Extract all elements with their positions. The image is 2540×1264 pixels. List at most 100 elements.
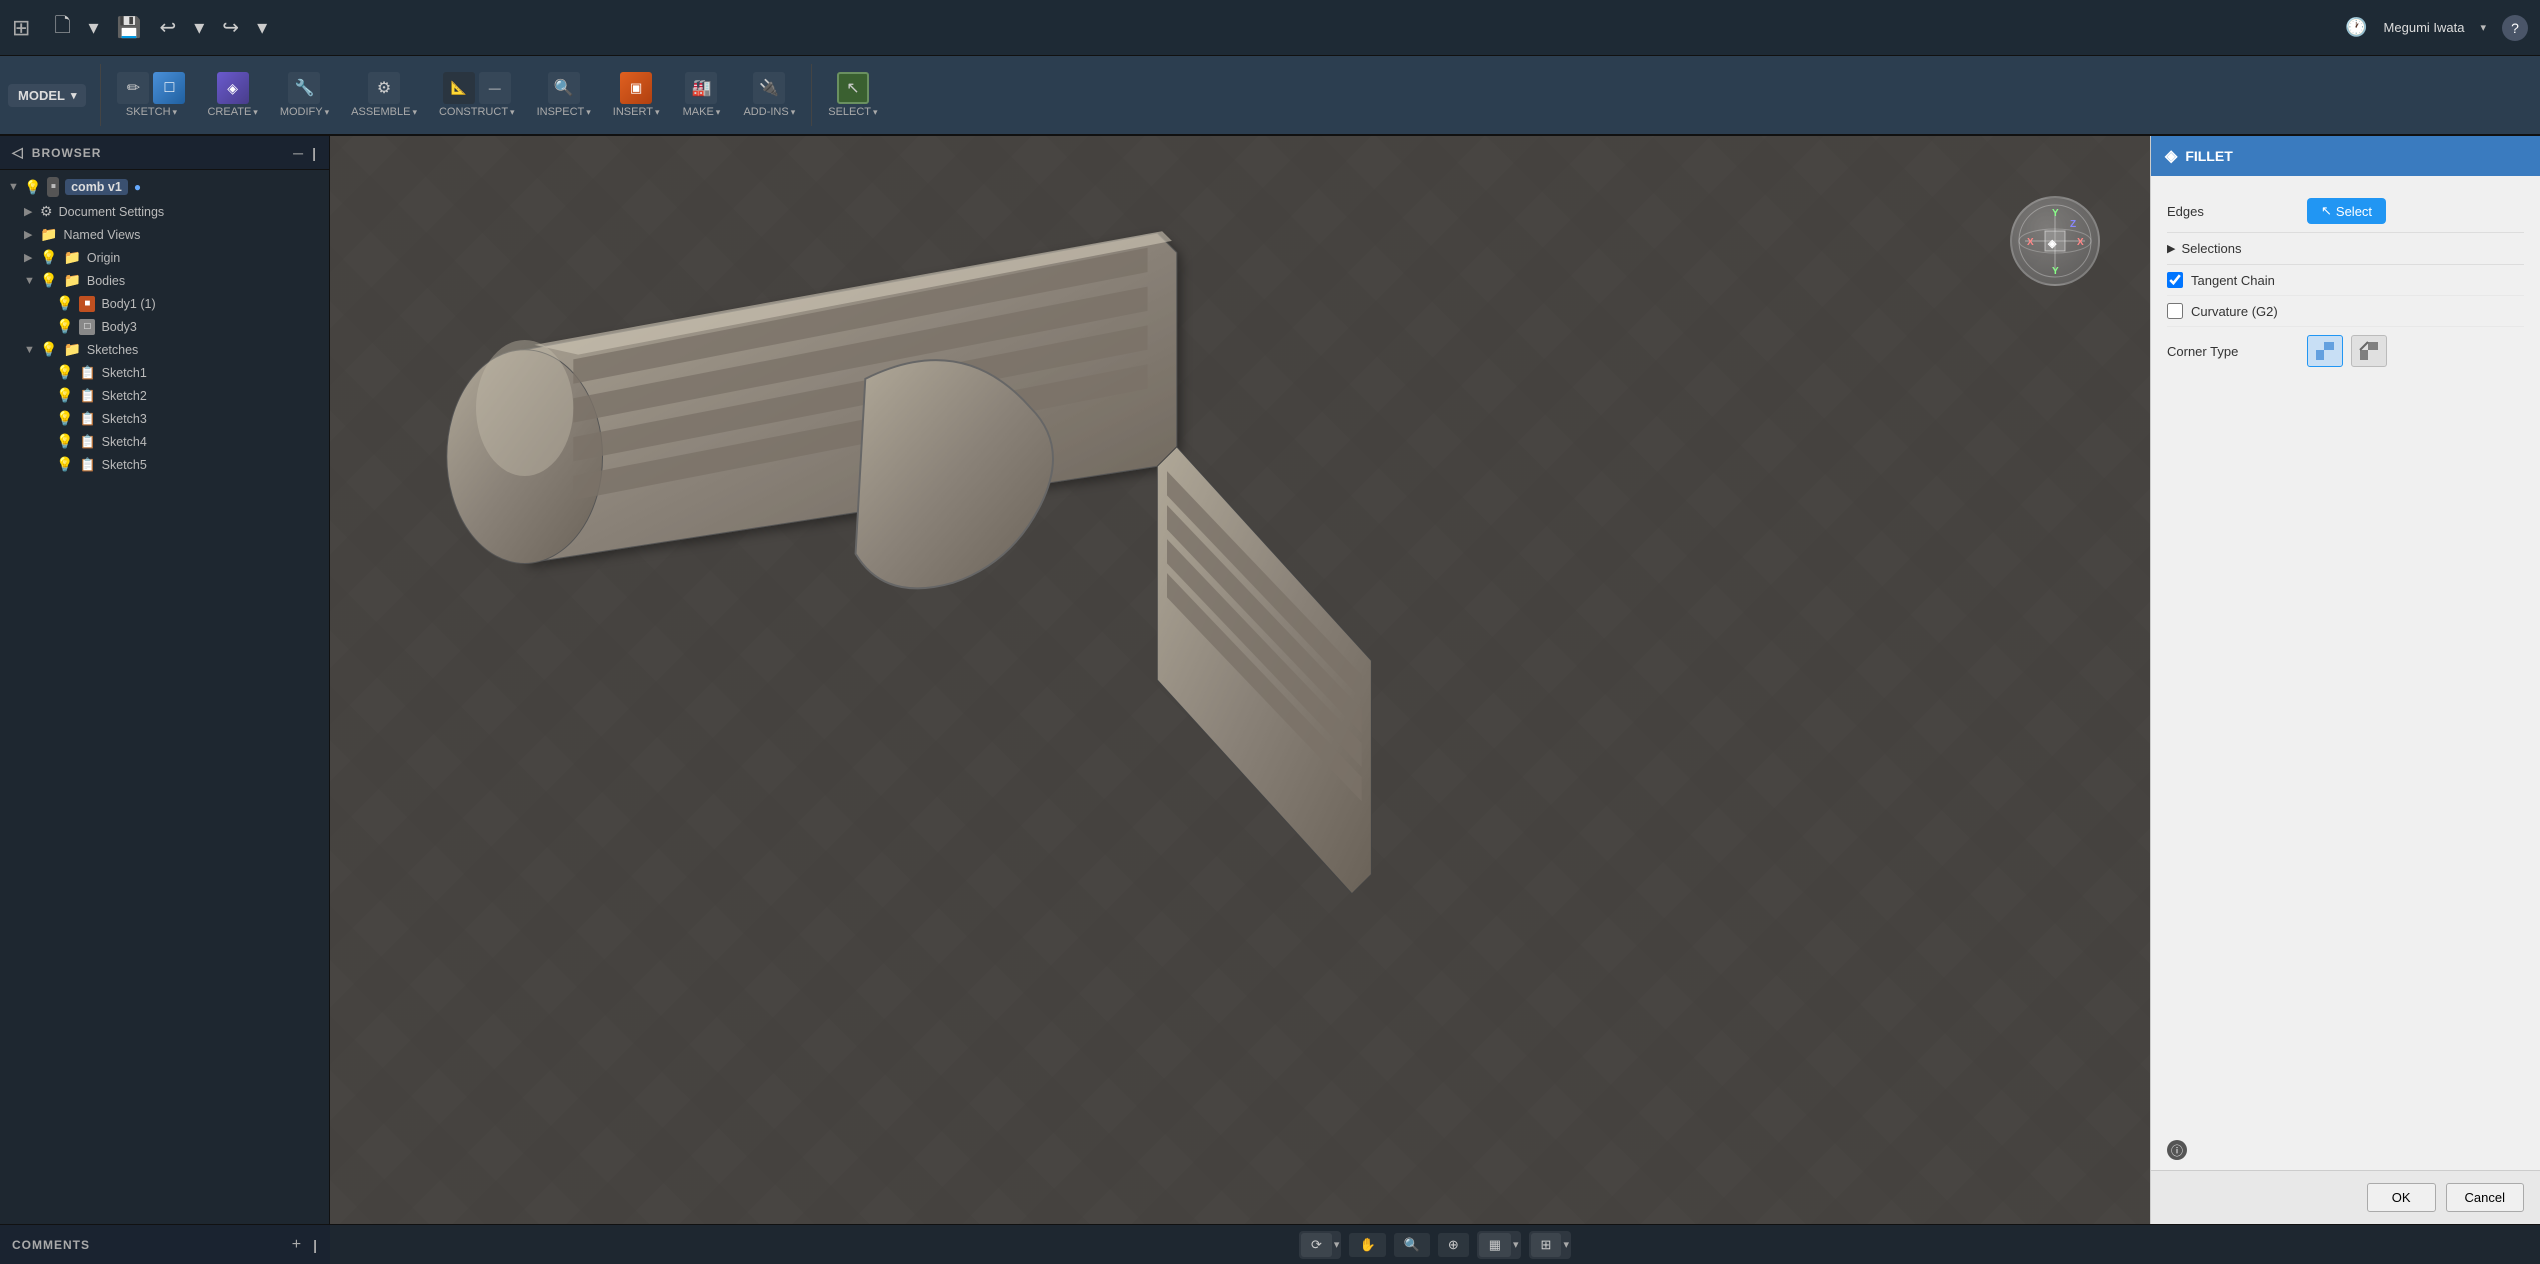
display-mode-button[interactable]: ▦ xyxy=(1479,1233,1511,1257)
expand-bodies-icon[interactable]: ▼ xyxy=(24,275,40,287)
redo-button[interactable]: ↪ xyxy=(216,11,245,44)
user-name[interactable]: Megumi Iwata xyxy=(2384,20,2465,35)
sketch1-icon: 📋 xyxy=(79,365,95,381)
tree-item-sketch5[interactable]: 💡 📋 Sketch5 xyxy=(0,453,329,476)
sketch4-label: Sketch4 xyxy=(102,435,147,449)
curvature-checkbox[interactable] xyxy=(2167,303,2183,319)
open-file-button[interactable]: ▾ xyxy=(83,11,105,44)
tangent-chain-checkbox[interactable] xyxy=(2167,272,2183,288)
construct-icon2: — xyxy=(479,72,511,104)
undo-button[interactable]: ↩ xyxy=(153,11,182,44)
active-indicator-icon: ● xyxy=(134,180,141,194)
toolbar-make[interactable]: 🏭 MAKE▾ xyxy=(671,56,731,134)
zoom-button[interactable]: 🔍 xyxy=(1394,1233,1430,1257)
info-circle-icon[interactable]: ⓘ xyxy=(2167,1140,2187,1160)
tree-item-root[interactable]: ▼ 💡 ▪ comb v1 ● xyxy=(0,174,329,200)
comments-collapse-icon[interactable]: | xyxy=(313,1237,318,1253)
new-file-button[interactable]: 🗋 xyxy=(48,7,76,49)
toolbar-sketch[interactable]: ✏ □ SKETCH▾ xyxy=(107,56,195,134)
fillet-panel: ◈ FILLET Edges ↖ Select ▶ Selections xyxy=(2150,136,2540,1224)
save-button[interactable]: 💾 xyxy=(111,11,148,44)
sketch3-icon: 📋 xyxy=(79,411,95,427)
sketch-icon: ✏ xyxy=(117,72,149,104)
toolbar-add-ins[interactable]: 🔌 ADD-INS▾ xyxy=(733,56,805,134)
tree-item-bodies[interactable]: ▼ 💡 📁 Bodies xyxy=(0,269,329,292)
undo-dropdown-button[interactable]: ▾ xyxy=(188,11,210,44)
tangent-chain-label: Tangent Chain xyxy=(2191,273,2275,288)
toolbar-create[interactable]: ◈ CREATE▾ xyxy=(197,56,267,134)
toolbar-modify[interactable]: 🔧 MODIFY▾ xyxy=(270,56,339,134)
comments-label: COMMENTS xyxy=(12,1238,90,1252)
sketch5-label: Sketch5 xyxy=(102,458,147,472)
sidebar-collapse-icon[interactable]: ─ xyxy=(293,145,304,161)
grid-display-button[interactable]: ⊞ xyxy=(1531,1233,1562,1257)
topbar-right: 🕐 Megumi Iwata ▾ ? xyxy=(2345,15,2528,41)
sketch2-label: Sketch2 xyxy=(102,389,147,403)
tree-item-sketches[interactable]: ▼ 💡 📁 Sketches xyxy=(0,338,329,361)
tree-item-doc-settings[interactable]: ▶ ⚙ Document Settings xyxy=(0,200,329,223)
expand-root-icon[interactable]: ▼ xyxy=(8,181,24,193)
inspect-icon: 🔍 xyxy=(548,72,580,104)
viewport[interactable]: X X Y Y Z ◈ xyxy=(330,136,2150,1224)
tree-item-sketch2[interactable]: 💡 📋 Sketch2 xyxy=(0,384,329,407)
cancel-button[interactable]: Cancel xyxy=(2446,1183,2524,1212)
toolbar-insert[interactable]: ▣ INSERT▾ xyxy=(603,56,670,134)
orientation-gizmo[interactable]: X X Y Y Z ◈ xyxy=(2010,196,2110,296)
clock-icon[interactable]: 🕐 xyxy=(2345,17,2367,38)
orbit-button[interactable]: ⟳ xyxy=(1301,1233,1332,1257)
tree-item-sketch1[interactable]: 💡 📋 Sketch1 xyxy=(0,361,329,384)
orbit-dropdown-icon[interactable]: ▾ xyxy=(1334,1238,1340,1251)
grid-display-icon: ⊞ xyxy=(1541,1237,1552,1253)
tree-item-body1[interactable]: 💡 ■ Body1 (1) xyxy=(0,292,329,315)
insert-icon: ▣ xyxy=(620,72,652,104)
expand-named-views-icon[interactable]: ▶ xyxy=(24,228,40,241)
svg-text:X: X xyxy=(2027,237,2034,248)
sidebar-collapse-left-icon[interactable]: ◁ xyxy=(12,144,24,161)
help-button[interactable]: ? xyxy=(2502,15,2528,41)
expand-sketches-icon[interactable]: ▼ xyxy=(24,344,40,356)
tree-item-sketch4[interactable]: 💡 📋 Sketch4 xyxy=(0,430,329,453)
toolbar-assemble[interactable]: ⚙ ASSEMBLE▾ xyxy=(341,56,427,134)
toolbar-inspect[interactable]: 🔍 INSPECT▾ xyxy=(527,56,601,134)
tree-item-body3[interactable]: 💡 □ Body3 xyxy=(0,315,329,338)
redo-dropdown-button[interactable]: ▾ xyxy=(251,11,273,44)
zoom-fit-button[interactable]: ⊕ xyxy=(1438,1233,1469,1257)
toolbar-construct[interactable]: 📐 — CONSTRUCT▾ xyxy=(429,56,525,134)
origin-label: Origin xyxy=(87,251,120,265)
tree-item-sketch3[interactable]: 💡 📋 Sketch3 xyxy=(0,407,329,430)
svg-text:X: X xyxy=(2077,237,2084,248)
add-comment-button[interactable]: + xyxy=(292,1236,301,1254)
select-edges-button[interactable]: ↖ Select xyxy=(2307,198,2386,224)
model-dropdown-icon: ▾ xyxy=(71,89,77,102)
root-label: comb v1 xyxy=(65,179,128,195)
tree-item-named-views[interactable]: ▶ 📁 Named Views xyxy=(0,223,329,246)
bottom-area: COMMENTS + | ⟳ ▾ ✋ 🔍 ⊕ ▦ xyxy=(0,1224,2540,1264)
expand-origin-icon[interactable]: ▶ xyxy=(24,251,40,264)
insert-label: INSERT▾ xyxy=(613,106,660,118)
orbit-icon: ⟳ xyxy=(1311,1237,1322,1253)
tree-item-origin[interactable]: ▶ 💡 📁 Origin xyxy=(0,246,329,269)
fillet-selections-row[interactable]: ▶ Selections xyxy=(2167,233,2524,265)
doc-settings-label: Document Settings xyxy=(59,205,165,219)
sketch1-lightbulb-icon: 💡 xyxy=(56,364,73,381)
sketch2-icon: 📋 xyxy=(79,388,95,404)
model-button[interactable]: MODEL ▾ xyxy=(8,84,86,107)
toolbar-select[interactable]: ↖ SELECT▾ xyxy=(818,56,887,134)
sketch-icons: ✏ □ xyxy=(117,72,185,104)
sidebar-pin-icon[interactable]: | xyxy=(312,145,317,161)
expand-doc-icon[interactable]: ▶ xyxy=(24,205,40,218)
topbar: ⊞ 🗋 ▾ 💾 ↩ ▾ ↪ ▾ 🕐 Megumi Iwata ▾ ? xyxy=(0,0,2540,56)
bodies-lightbulb-icon: 💡 xyxy=(40,272,57,289)
apps-grid-icon[interactable]: ⊞ xyxy=(12,15,30,41)
fillet-panel-header: ◈ FILLET xyxy=(2151,136,2540,176)
user-dropdown-icon[interactable]: ▾ xyxy=(2480,21,2486,34)
fillet-info-area: ⓘ xyxy=(2151,1130,2540,1170)
pan-button[interactable]: ✋ xyxy=(1349,1233,1385,1257)
display-dropdown-icon[interactable]: ▾ xyxy=(1513,1238,1519,1251)
grid-dropdown-icon[interactable]: ▾ xyxy=(1563,1238,1569,1251)
corner-type-btn-2[interactable] xyxy=(2351,335,2387,367)
gizmo-sphere: X X Y Y Z ◈ xyxy=(2010,196,2100,286)
viewport-nav-controls: ⟳ ▾ ✋ 🔍 ⊕ ▦ ▾ ⊞ xyxy=(342,1231,2528,1259)
corner-type-btn-1[interactable] xyxy=(2307,335,2343,367)
ok-button[interactable]: OK xyxy=(2367,1183,2436,1212)
